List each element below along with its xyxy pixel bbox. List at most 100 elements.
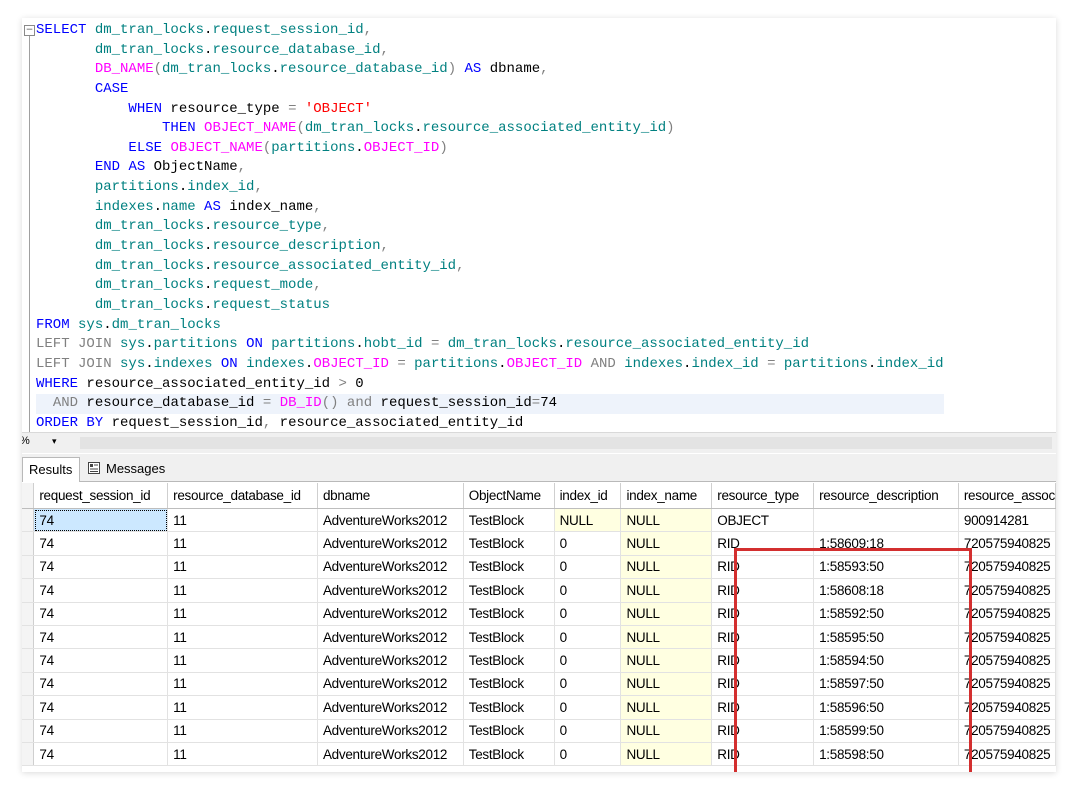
- tab-messages[interactable]: Messages: [84, 457, 194, 481]
- grid-cell[interactable]: 0: [554, 742, 622, 767]
- row-header[interactable]: [22, 695, 35, 720]
- grid-cell[interactable]: 11: [167, 508, 318, 533]
- grid-cell[interactable]: 11: [167, 555, 318, 580]
- column-header[interactable]: ObjectName: [463, 483, 555, 509]
- grid-cell[interactable]: NULL: [620, 719, 713, 743]
- code-line[interactable]: AND resource_database_id = DB_ID() and r…: [36, 394, 944, 414]
- column-header[interactable]: resource_assoc: [958, 483, 1056, 509]
- grid-cell[interactable]: 0: [554, 555, 622, 580]
- grid-cell[interactable]: 0: [554, 578, 622, 603]
- grid-cell[interactable]: AdventureWorks2012: [317, 578, 464, 603]
- grid-cell[interactable]: 74: [33, 625, 169, 650]
- grid-cell[interactable]: 720575940825: [958, 555, 1056, 580]
- table-row[interactable]: 74 11 AdventureWorks2012 TestBlock 0 NULL RID 1…: [22, 695, 1056, 720]
- table-row[interactable]: 74 11 AdventureWorks2012 TestBlock 0 NULL RID 1…: [22, 578, 1056, 603]
- code-line[interactable]: dm_tran_locks.resource_associated_entity…: [36, 257, 944, 277]
- zoom-level[interactable]: %: [22, 435, 30, 447]
- grid-cell[interactable]: RID: [711, 531, 815, 556]
- column-header[interactable]: request_session_id: [33, 483, 169, 509]
- grid-cell[interactable]: 11: [167, 695, 318, 720]
- grid-cell[interactable]: NULL: [620, 602, 713, 626]
- grid-cell[interactable]: 1:58609:18: [813, 531, 959, 556]
- grid-cell[interactable]: RID: [711, 625, 815, 650]
- column-header[interactable]: resource_type: [711, 483, 815, 509]
- grid-cell[interactable]: AdventureWorks2012: [317, 625, 464, 650]
- grid-cell[interactable]: NULL: [554, 508, 622, 533]
- grid-cell[interactable]: 0: [554, 625, 622, 650]
- grid-cell[interactable]: 11: [167, 742, 318, 767]
- code-line[interactable]: SELECT dm_tran_locks.request_session_id,: [36, 21, 944, 41]
- column-header[interactable]: index_id: [554, 483, 622, 509]
- results-grid[interactable]: request_session_id resource_database_id db…: [22, 483, 1056, 767]
- code-line[interactable]: dm_tran_locks.resource_database_id,: [36, 41, 944, 61]
- grid-cell[interactable]: 720575940825: [958, 602, 1056, 626]
- grid-cell[interactable]: 74: [33, 602, 169, 626]
- query-editor[interactable]: − SELECT dm_tran_locks.request_session_i…: [22, 18, 1056, 432]
- column-header[interactable]: dbname: [317, 483, 464, 509]
- grid-cell[interactable]: 74: [33, 578, 169, 603]
- grid-cell[interactable]: 1:58599:50: [813, 719, 959, 743]
- grid-cell[interactable]: [813, 508, 959, 533]
- row-header-corner[interactable]: [22, 483, 35, 509]
- row-header[interactable]: [22, 672, 35, 697]
- grid-cell[interactable]: AdventureWorks2012: [317, 719, 464, 743]
- grid-cell[interactable]: 11: [167, 531, 318, 556]
- code-line[interactable]: dm_tran_locks.resource_type,: [36, 217, 944, 237]
- grid-cell[interactable]: TestBlock: [463, 578, 555, 603]
- grid-cell[interactable]: AdventureWorks2012: [317, 555, 464, 580]
- grid-cell[interactable]: NULL: [620, 508, 713, 533]
- grid-cell[interactable]: NULL: [620, 672, 713, 697]
- grid-cell[interactable]: 720575940825: [958, 742, 1056, 767]
- grid-cell[interactable]: AdventureWorks2012: [317, 602, 464, 626]
- table-row[interactable]: 74 11 AdventureWorks2012 TestBlock 0 NULL RID 1…: [22, 742, 1056, 767]
- code-line[interactable]: LEFT JOIN sys.partitions ON partitions.h…: [36, 335, 944, 355]
- grid-cell[interactable]: NULL: [620, 578, 713, 603]
- grid-cell[interactable]: 720575940825: [958, 719, 1056, 743]
- grid-cell[interactable]: 0: [554, 719, 622, 743]
- grid-cell[interactable]: AdventureWorks2012: [317, 695, 464, 720]
- grid-cell[interactable]: TestBlock: [463, 742, 555, 767]
- grid-cell[interactable]: NULL: [620, 742, 713, 767]
- grid-cell[interactable]: 1:58597:50: [813, 672, 959, 697]
- grid-cell[interactable]: AdventureWorks2012: [317, 531, 464, 556]
- grid-cell[interactable]: TestBlock: [463, 695, 555, 720]
- grid-cell[interactable]: 0: [554, 695, 622, 720]
- grid-cell[interactable]: TestBlock: [463, 508, 555, 533]
- code-line[interactable]: CASE: [36, 80, 944, 100]
- grid-cell[interactable]: TestBlock: [463, 625, 555, 650]
- row-header[interactable]: [22, 602, 35, 626]
- grid-cell[interactable]: TestBlock: [463, 531, 555, 556]
- grid-cell[interactable]: 11: [167, 719, 318, 743]
- code-line[interactable]: dm_tran_locks.resource_description,: [36, 237, 944, 257]
- row-header[interactable]: [22, 648, 35, 673]
- grid-cell[interactable]: TestBlock: [463, 719, 555, 743]
- grid-cell[interactable]: RID: [711, 555, 815, 580]
- table-row[interactable]: 74 11 AdventureWorks2012 TestBlock 0 NULL RID 1…: [22, 719, 1056, 743]
- code-line[interactable]: ELSE OBJECT_NAME(partitions.OBJECT_ID): [36, 139, 944, 159]
- grid-cell[interactable]: 1:58596:50: [813, 695, 959, 720]
- grid-cell[interactable]: 74: [33, 695, 169, 720]
- grid-cell[interactable]: RID: [711, 602, 815, 626]
- grid-cell[interactable]: 74: [33, 648, 169, 673]
- grid-cell[interactable]: AdventureWorks2012: [317, 648, 464, 673]
- grid-cell[interactable]: NULL: [620, 531, 713, 556]
- table-row[interactable]: 74 11 AdventureWorks2012 TestBlock NULL NULL O…: [22, 508, 1056, 533]
- grid-cell[interactable]: 74: [33, 719, 169, 743]
- grid-cell[interactable]: 74: [33, 672, 169, 697]
- grid-cell[interactable]: 0: [554, 648, 622, 673]
- grid-cell[interactable]: 1:58608:18: [813, 578, 959, 603]
- grid-cell[interactable]: RID: [711, 578, 815, 603]
- table-row[interactable]: 74 11 AdventureWorks2012 TestBlock 0 NULL RID 1…: [22, 648, 1056, 673]
- grid-cell[interactable]: AdventureWorks2012: [317, 508, 464, 533]
- grid-cell[interactable]: 74: [33, 531, 169, 556]
- grid-cell[interactable]: RID: [711, 672, 815, 697]
- grid-cell[interactable]: 720575940825: [958, 578, 1056, 603]
- grid-cell[interactable]: 74: [33, 508, 169, 533]
- grid-cell[interactable]: 720575940825: [958, 648, 1056, 673]
- grid-cell[interactable]: RID: [711, 695, 815, 720]
- grid-cell[interactable]: 1:58592:50: [813, 602, 959, 626]
- grid-cell[interactable]: 11: [167, 602, 318, 626]
- row-header[interactable]: [22, 742, 35, 767]
- chevron-down-icon[interactable]: ▾: [52, 436, 57, 447]
- row-header[interactable]: [22, 555, 35, 580]
